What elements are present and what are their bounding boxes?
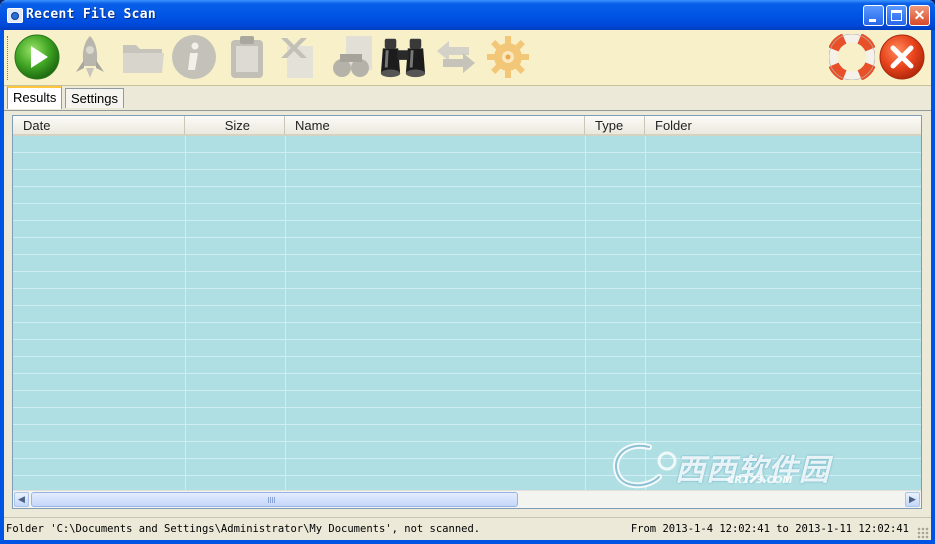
tab-results[interactable]: Results: [7, 86, 63, 109]
maximize-button[interactable]: [886, 5, 907, 26]
column-divider: [185, 136, 186, 491]
settings-gear-icon: [487, 36, 529, 78]
close-icon: ✕: [913, 7, 926, 23]
status-bar: Folder 'C:\Documents and Settings\Admini…: [4, 517, 931, 541]
help-lifebuoy-icon: [829, 34, 875, 80]
toolbar-grip[interactable]: [7, 36, 10, 80]
open-folder-button[interactable]: [119, 33, 167, 81]
tab-settings[interactable]: Settings: [65, 88, 124, 108]
column-header-size[interactable]: Size: [185, 116, 285, 134]
app-window: Recent File Scan ✕ Results Settings Date…: [0, 0, 935, 544]
play-icon: [14, 34, 60, 80]
table-header: Date Size Name Type Folder: [13, 116, 921, 136]
rocket-button[interactable]: [66, 33, 114, 81]
info-button[interactable]: [170, 33, 218, 81]
close-button[interactable]: ✕: [909, 5, 930, 26]
arrows-icon: [437, 41, 475, 73]
delete-document-icon: [281, 38, 313, 78]
info-icon: [172, 35, 216, 79]
title-bar[interactable]: Recent File Scan ✕: [0, 0, 935, 30]
start-scan-button[interactable]: [13, 33, 61, 81]
column-header-name[interactable]: Name: [285, 116, 585, 134]
chevron-right-icon: ▶: [909, 494, 916, 504]
watermark-subtext: CR173.COM: [727, 475, 793, 486]
exit-icon: [879, 34, 925, 80]
resize-grip[interactable]: [917, 527, 929, 539]
binoculars-button[interactable]: [379, 33, 427, 81]
find-document-icon: [333, 36, 372, 77]
column-header-date[interactable]: Date: [13, 116, 185, 134]
scroll-right-button[interactable]: ▶: [905, 492, 920, 507]
window-border-right: [931, 30, 935, 544]
clipboard-button[interactable]: [223, 33, 271, 81]
column-divider: [285, 136, 286, 491]
maximize-icon: [891, 10, 902, 21]
column-divider: [585, 136, 586, 491]
window-title: Recent File Scan: [26, 7, 157, 22]
binoculars-icon: [380, 38, 426, 78]
app-icon[interactable]: [7, 8, 23, 23]
watermark-logo: 西西软件园 CR173.COM: [605, 437, 845, 493]
minimize-button[interactable]: [863, 5, 884, 26]
chevron-left-icon: ◀: [18, 494, 25, 504]
column-header-folder[interactable]: Folder: [645, 116, 921, 134]
rocket-icon: [76, 36, 104, 78]
settings-button[interactable]: [484, 33, 532, 81]
scrollbar-thumb[interactable]: [31, 492, 518, 507]
find-document-button[interactable]: [328, 33, 376, 81]
delete-button[interactable]: [276, 33, 324, 81]
exit-button[interactable]: [878, 33, 926, 81]
move-button[interactable]: [432, 33, 480, 81]
help-button[interactable]: [828, 33, 876, 81]
clipboard-icon: [231, 36, 263, 78]
window-border-bottom: [0, 540, 935, 544]
toolbar: [4, 30, 931, 86]
status-folder-message: Folder 'C:\Documents and Settings\Admini…: [6, 523, 481, 535]
minimize-icon: [869, 19, 876, 22]
column-header-type[interactable]: Type: [585, 116, 645, 134]
scroll-left-button[interactable]: ◀: [14, 492, 29, 507]
folder-icon: [123, 45, 164, 73]
status-date-range: From 2013-1-4 12:02:41 to 2013-1-11 12:0…: [630, 523, 909, 535]
tab-strip: Results Settings: [4, 86, 931, 111]
